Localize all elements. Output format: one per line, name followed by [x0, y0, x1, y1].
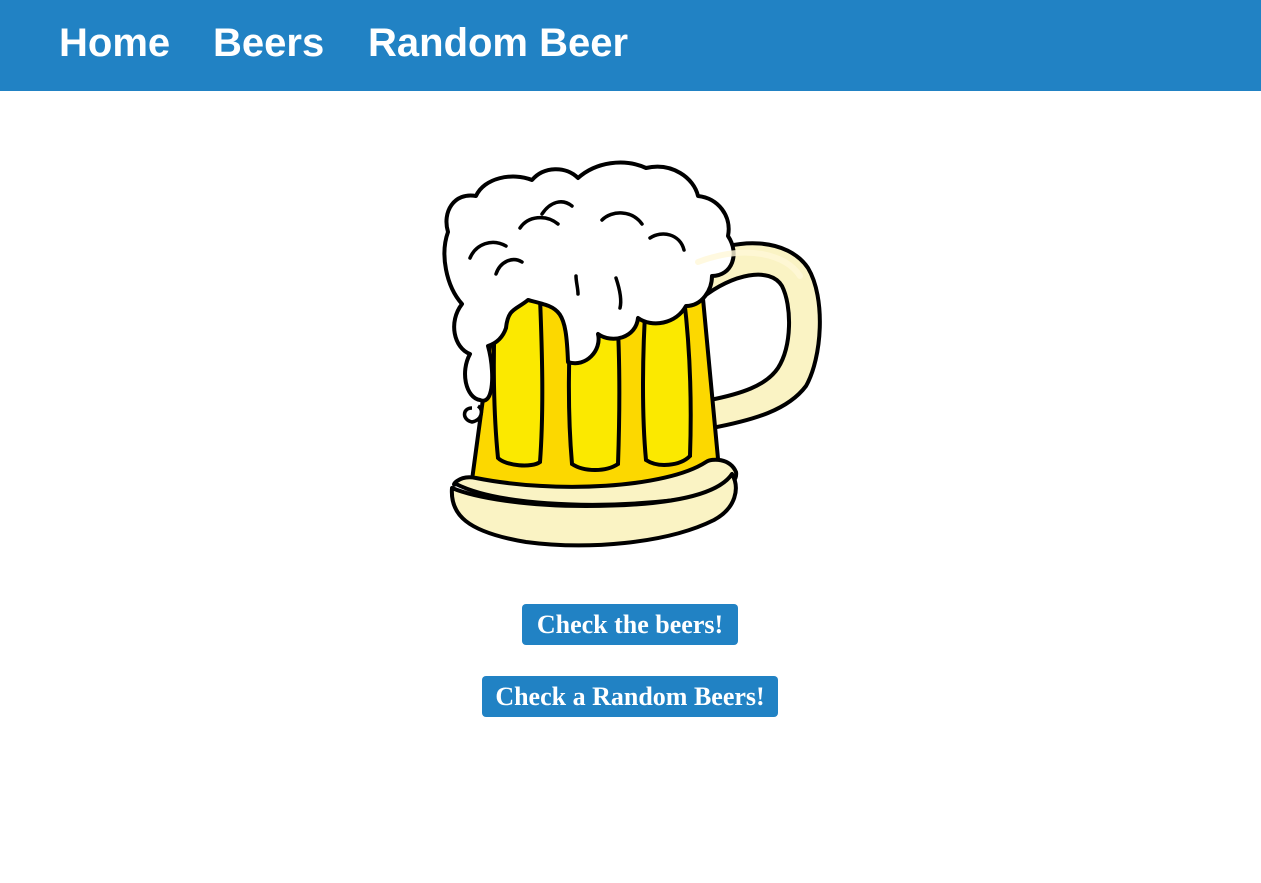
nav-home-link[interactable]: Home — [59, 20, 170, 66]
check-random-beer-button[interactable]: Check a Random Beers! — [482, 676, 778, 717]
check-beers-button[interactable]: Check the beers! — [522, 604, 738, 645]
nav-beers-link[interactable]: Beers — [213, 20, 324, 66]
beer-mug-icon — [436, 158, 826, 550]
top-navbar: Home Beers Random Beer — [0, 0, 1261, 91]
nav-random-beer-link[interactable]: Random Beer — [368, 20, 628, 66]
